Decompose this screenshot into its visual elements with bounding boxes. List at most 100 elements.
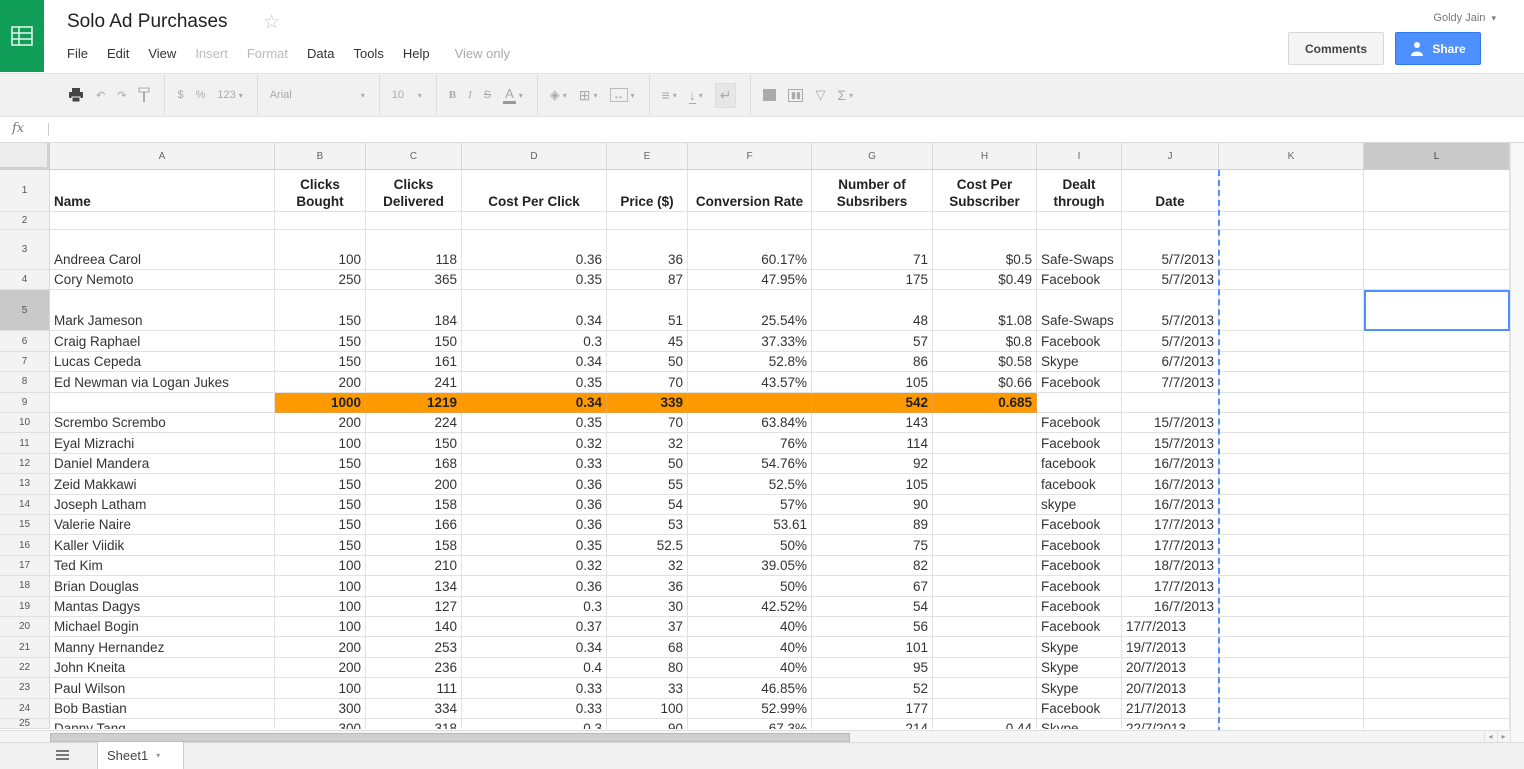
cell-e20[interactable]: 37 [607, 617, 688, 638]
insert-chart-button[interactable]: ▮▮ [788, 88, 804, 102]
cell-f3[interactable]: 60.17% [688, 230, 812, 270]
cell-e10[interactable]: 70 [607, 413, 688, 434]
vertical-scrollbar[interactable] [1510, 143, 1524, 743]
cell-k22[interactable] [1219, 657, 1364, 679]
cell-j6[interactable]: 5/7/2013 [1122, 331, 1219, 352]
horizontal-scrollbar[interactable]: ◂ ▸ [0, 730, 1510, 742]
row-number[interactable]: 5 [0, 290, 50, 332]
row-number[interactable]: 9 [0, 392, 50, 413]
cell-j5[interactable]: 5/7/2013 [1122, 290, 1219, 332]
cell-f1[interactable]: Conversion Rate [688, 170, 812, 212]
cell-e6[interactable]: 45 [607, 331, 688, 352]
cell-l25[interactable] [1364, 719, 1510, 729]
column-header-h[interactable]: H [933, 143, 1037, 170]
cell-d15[interactable]: 0.36 [462, 515, 607, 536]
cell-f11[interactable]: 76% [688, 433, 812, 454]
row-number[interactable]: 4 [0, 270, 50, 291]
cell-e21[interactable]: 68 [607, 637, 688, 658]
cell-c9[interactable]: 1219 [366, 392, 462, 413]
cell-e7[interactable]: 50 [607, 351, 688, 373]
cell-g2[interactable] [812, 212, 933, 230]
cell-b8[interactable]: 200 [275, 372, 366, 393]
column-header-f[interactable]: F [688, 143, 812, 170]
cell-j18[interactable]: 17/7/2013 [1122, 576, 1219, 597]
cell-a7[interactable]: Lucas Cepeda [50, 351, 275, 373]
row-number[interactable]: 19 [0, 596, 50, 617]
menu-edit[interactable]: Edit [107, 46, 129, 61]
row-number[interactable]: 23 [0, 678, 50, 699]
cell-k6[interactable] [1219, 331, 1364, 352]
cell-h11[interactable] [933, 433, 1037, 454]
cell-l2[interactable] [1364, 212, 1510, 230]
cell-h20[interactable] [933, 617, 1037, 638]
cell-b24[interactable]: 300 [275, 698, 366, 719]
currency-format-button[interactable]: $ [177, 89, 183, 101]
redo-icon[interactable]: ↷ [117, 89, 126, 102]
row-number[interactable]: 24 [0, 698, 50, 719]
cell-l23[interactable] [1364, 678, 1510, 699]
horizontal-align-button[interactable]: ≡ ▾ [662, 87, 677, 103]
cell-d9[interactable]: 0.34 [462, 392, 607, 413]
menu-view[interactable]: View [148, 46, 176, 61]
cell-g11[interactable]: 114 [812, 433, 933, 454]
cell-d8[interactable]: 0.35 [462, 372, 607, 393]
cell-k3[interactable] [1219, 230, 1364, 270]
cell-l21[interactable] [1364, 637, 1510, 658]
cell-c8[interactable]: 241 [366, 372, 462, 393]
cell-d5[interactable]: 0.34 [462, 290, 607, 332]
cell-h16[interactable] [933, 535, 1037, 556]
cell-e24[interactable]: 100 [607, 698, 688, 719]
cell-d13[interactable]: 0.36 [462, 474, 607, 495]
cell-f17[interactable]: 39.05% [688, 555, 812, 577]
cell-f5[interactable]: 25.54% [688, 290, 812, 332]
cell-j10[interactable]: 15/7/2013 [1122, 413, 1219, 434]
cell-i18[interactable]: Facebook [1037, 576, 1122, 597]
cell-h6[interactable]: $0.8 [933, 331, 1037, 352]
cell-g16[interactable]: 75 [812, 535, 933, 556]
cell-g20[interactable]: 56 [812, 617, 933, 638]
cell-l3[interactable] [1364, 230, 1510, 270]
cell-i8[interactable]: Facebook [1037, 372, 1122, 393]
cell-f2[interactable] [688, 212, 812, 230]
cell-h19[interactable] [933, 596, 1037, 617]
cell-h14[interactable] [933, 494, 1037, 515]
cell-h10[interactable] [933, 413, 1037, 434]
cell-a25[interactable]: Danny Tang [50, 719, 275, 729]
cell-a18[interactable]: Brian Douglas [50, 576, 275, 597]
cell-f18[interactable]: 50% [688, 576, 812, 597]
cell-b1[interactable]: Clicks Bought [275, 170, 366, 212]
row-number[interactable]: 21 [0, 637, 50, 658]
formula-input[interactable] [56, 121, 1504, 139]
cell-a10[interactable]: Scrembo Scrembo [50, 413, 275, 434]
row-number[interactable]: 18 [0, 576, 50, 597]
cell-a13[interactable]: Zeid Makkawi [50, 474, 275, 495]
row-number[interactable]: 7 [0, 351, 50, 373]
cell-e3[interactable]: 36 [607, 230, 688, 270]
cell-g19[interactable]: 54 [812, 596, 933, 617]
cell-i6[interactable]: Facebook [1037, 331, 1122, 352]
cell-k23[interactable] [1219, 678, 1364, 699]
cell-b11[interactable]: 100 [275, 433, 366, 454]
cell-h18[interactable] [933, 576, 1037, 597]
cell-f6[interactable]: 37.33% [688, 331, 812, 352]
cell-i9[interactable] [1037, 392, 1122, 413]
cell-g25[interactable]: 214 [812, 719, 933, 729]
cell-c15[interactable]: 166 [366, 515, 462, 536]
cell-g24[interactable]: 177 [812, 698, 933, 719]
cell-g22[interactable]: 95 [812, 657, 933, 679]
cell-f14[interactable]: 57% [688, 494, 812, 515]
cell-k10[interactable] [1219, 413, 1364, 434]
cell-j24[interactable]: 21/7/2013 [1122, 698, 1219, 719]
cell-l10[interactable] [1364, 413, 1510, 434]
cell-a8[interactable]: Ed Newman via Logan Jukes [50, 372, 275, 393]
cell-k18[interactable] [1219, 576, 1364, 597]
cell-j23[interactable]: 20/7/2013 [1122, 678, 1219, 699]
text-color-button[interactable]: A ▾ [503, 86, 523, 104]
cell-j25[interactable]: 22/7/2013 [1122, 719, 1219, 729]
cell-d25[interactable]: 0.3 [462, 719, 607, 729]
cell-e4[interactable]: 87 [607, 270, 688, 291]
cell-f10[interactable]: 63.84% [688, 413, 812, 434]
cell-j11[interactable]: 15/7/2013 [1122, 433, 1219, 454]
row-number[interactable]: 15 [0, 515, 50, 536]
cell-h22[interactable] [933, 657, 1037, 679]
